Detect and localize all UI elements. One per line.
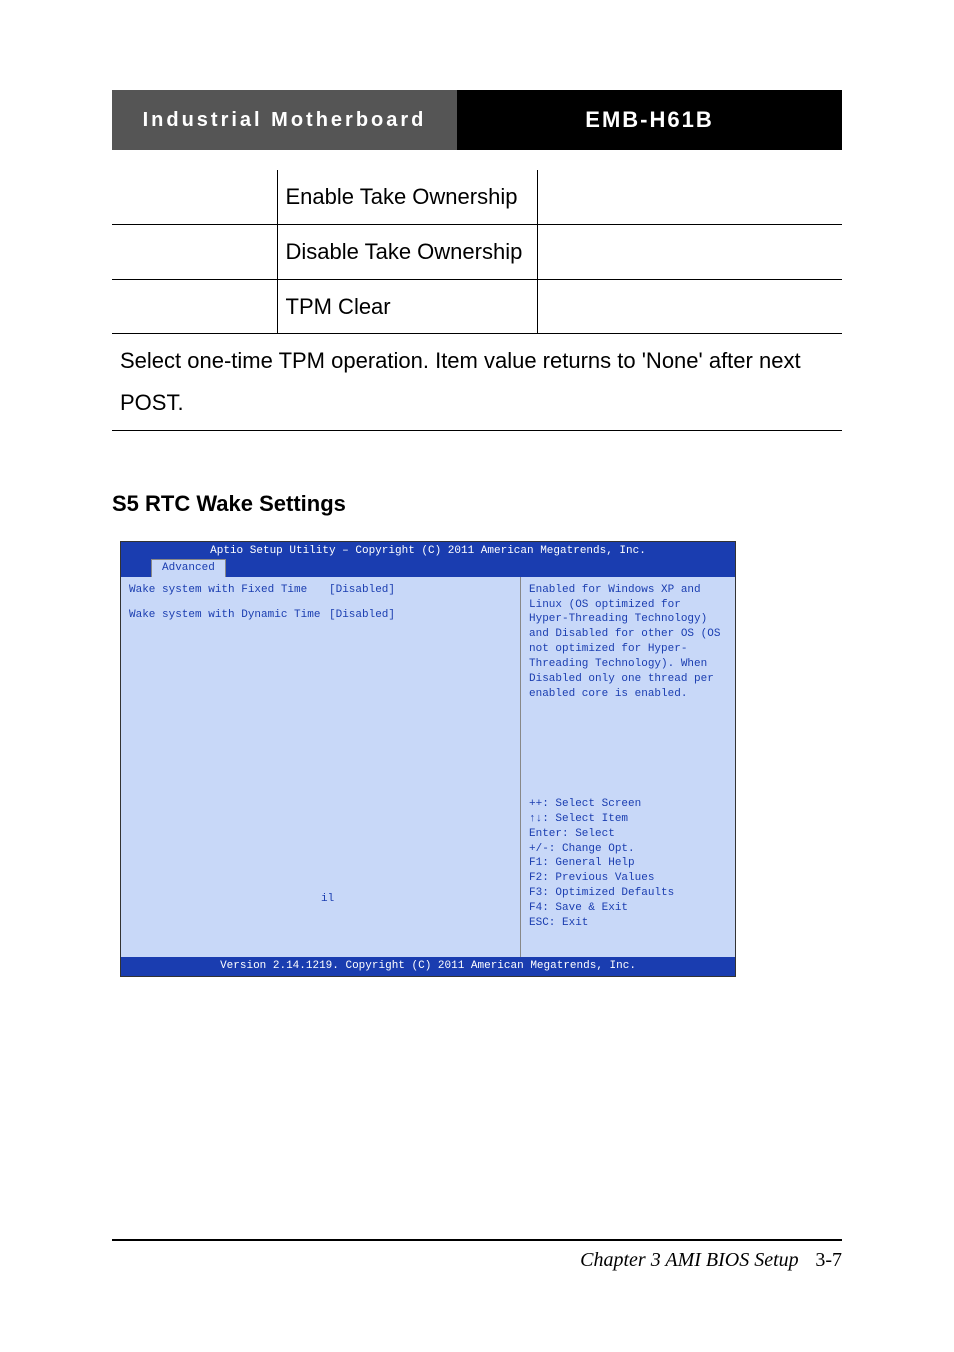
footer-page-number: 3-7 [815,1249,842,1271]
bios-screenshot: Aptio Setup Utility – Copyright (C) 2011… [120,541,736,977]
doc-header: Industrial Motherboard EMB-H61B [112,90,842,150]
page-footer: Chapter 3 AMI BIOS Setup 3-7 [112,1239,842,1272]
table-cell-empty [112,170,277,224]
header-right: EMB-H61B [457,90,842,150]
footer-text: Chapter 3 AMI BIOS Setup 3-7 [112,1249,842,1272]
bios-key-line: +/-: Change Opt. [529,842,727,857]
bios-setting-value: [Disabled] [329,608,395,623]
bios-key-line: F1: General Help [529,856,727,871]
bios-key-line: ↑↓: Select Item [529,812,727,827]
bios-setting-value: [Disabled] [329,583,395,598]
bios-key-hints: ++: Select Screen ↑↓: Select Item Enter:… [529,797,727,931]
table-option: TPM Clear [277,279,537,334]
bios-tab-row: Advanced [121,559,735,577]
table-cell-empty [537,224,842,279]
bios-right-panel: Enabled for Windows XP and Linux (OS opt… [520,577,735,957]
footer-rule [112,1239,842,1241]
table-note: Select one-time TPM operation. Item valu… [112,334,842,431]
header-left: Industrial Motherboard [112,90,457,150]
table-option: Disable Take Ownership [277,224,537,279]
bios-key-line: ++: Select Screen [529,797,727,812]
table-cell-empty [537,170,842,224]
bios-key-line: F3: Optimized Defaults [529,886,727,901]
table-cell-empty [537,279,842,334]
bios-key-line: F4: Save & Exit [529,901,727,916]
options-table: Enable Take Ownership Disable Take Owner… [112,170,842,431]
bios-setting-label: Wake system with Dynamic Time [129,608,329,623]
table-cell-empty [112,224,277,279]
bios-key-line: ESC: Exit [529,916,727,931]
bios-title: Aptio Setup Utility – Copyright (C) 2011… [121,542,735,559]
bios-tab-advanced[interactable]: Advanced [151,559,226,577]
table-option: Enable Take Ownership [277,170,537,224]
footer-chapter: Chapter 3 AMI BIOS Setup [580,1249,799,1271]
bios-setting-label: Wake system with Fixed Time [129,583,329,598]
section-heading: S5 RTC Wake Settings [112,491,842,517]
bios-key-line: F2: Previous Values [529,871,727,886]
bios-left-panel: Wake system with Fixed Time [Disabled] W… [121,577,520,957]
bios-help-text: Enabled for Windows XP and Linux (OS opt… [529,583,727,702]
bios-setting-row[interactable]: Wake system with Dynamic Time [Disabled] [129,608,512,623]
bios-body: Wake system with Fixed Time [Disabled] W… [121,577,735,957]
bios-key-line: Enter: Select [529,827,727,842]
table-cell-empty [112,279,277,334]
bios-setting-row[interactable]: Wake system with Fixed Time [Disabled] [129,583,512,598]
bios-stray-text: il [321,892,334,907]
bios-footer: Version 2.14.1219. Copyright (C) 2011 Am… [121,957,735,976]
